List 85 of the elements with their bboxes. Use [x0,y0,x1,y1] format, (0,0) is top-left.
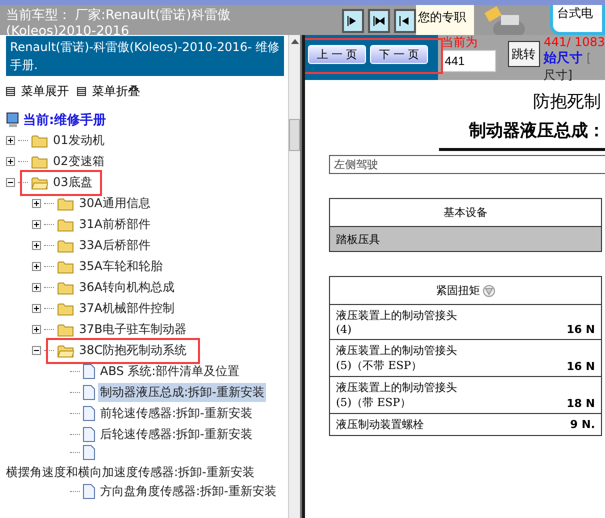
tree-item[interactable]: 37A机械部件控制 [77,299,176,318]
scroll-up-icon[interactable] [290,39,298,44]
page-icon [83,427,95,442]
original-size-link[interactable]: 始尺寸 [544,51,583,66]
tree-item[interactable]: 01发动机 [51,131,106,150]
folder-icon [31,154,48,168]
expand-icon[interactable] [32,282,41,292]
page-icon [83,445,95,460]
expand-icon[interactable] [32,198,41,208]
promo-text: 您的专职 [416,5,474,35]
torque-label: 液压装置上的制动管接头 [336,380,457,395]
section-label: 左侧驾驶 [329,155,605,174]
vehicle-title: 当前车型： 厂家:Renault(雷诺)科雷傲 (Koleos)2010-2016 [5,7,232,38]
open-folder-icon [57,344,74,358]
torque-label: 液压制动装置螺栓 [336,417,424,432]
tree-item[interactable]: 后轮速传感器:拆卸-重新安装 [98,425,254,444]
torque-value: 18 N [566,397,595,410]
torque-detail: (5)（带 ESP） [336,395,412,410]
menu-link[interactable]: 菜单展开 [6,83,69,100]
expand-icon[interactable] [32,240,41,250]
expand-icon[interactable] [6,156,15,166]
table-header: 紧固扭矩 [330,276,602,304]
shrink-left-icon[interactable] [394,9,416,33]
expand-icon[interactable] [32,262,41,270]
tree-item[interactable]: 37B电子驻车制动器 [77,320,189,339]
tree-item[interactable]: 36A转向机构总成 [77,278,176,297]
open-folder-icon [31,176,48,190]
document-title: 防抱死制 [532,91,601,113]
current-page-label: 当前为 [442,36,479,48]
size-text: 尺寸] [544,67,574,84]
table-cell: 踏板压具 [330,226,602,252]
torque-value: 16 N [566,360,595,373]
page-icon [83,364,95,379]
expand-icon[interactable] [32,220,41,228]
folder-icon [57,238,74,252]
jump-button[interactable]: 跳转 [508,41,540,67]
previous-page-button[interactable]: 上 一 页 [308,45,366,64]
tree-item[interactable]: 03底盘 [51,173,94,192]
tree-item[interactable]: 方向盘角度传感器:拆卸-重新安装 [98,482,278,501]
page-number-field[interactable]: 441 [442,50,496,72]
expand-icon[interactable] [6,136,15,144]
tree-item[interactable]: 35A车轮和轮胎 [77,257,164,276]
tree-item[interactable]: 制动器液压总成:拆卸-重新安装 [98,383,266,402]
next-page-button[interactable]: 下 一 页 [370,45,428,64]
split-icon[interactable] [368,9,390,33]
triangle-icon [483,284,496,297]
folder-icon [31,134,48,148]
torque-detail: (5)（不带 ESP） [336,358,424,373]
expand-right-icon[interactable] [342,9,364,33]
torque-value: 9 N. [570,418,595,431]
folder-icon [57,280,74,294]
collapse-icon[interactable] [6,178,15,186]
collapse-icon[interactable] [32,346,41,354]
expand-icon[interactable] [32,324,41,334]
torque-label: 液压装置上的制动管接头 [336,343,457,358]
torque-detail: (4) [336,323,353,336]
document-subtitle: 制动器液压总成： [439,119,605,151]
tree-item[interactable]: 02变速箱 [51,152,106,171]
tree-item[interactable]: 30A通用信息 [77,194,152,213]
torque-label: 液压装置上的制动管接头 [336,308,457,323]
manual-heading: Renault(雷诺)-科雷傲(Koleos)-2010-2016- 维修手册. [6,36,284,76]
page-count: 441/ 1083 [544,35,605,49]
computer-icon [6,112,20,128]
menu-link[interactable]: 菜单折叠 [77,83,140,100]
page-icon [83,406,95,421]
page-icon [83,484,95,499]
ad-text: 台式电 [550,5,605,35]
tree-root: 当前:维修手册 [23,112,106,129]
folder-icon [57,218,74,232]
folder-icon [57,302,74,316]
scrollbar-thumb[interactable] [289,119,300,151]
tree-item[interactable]: 31A前桥部件 [77,215,152,234]
page-icon [83,385,95,400]
tree-item[interactable]: 33A后桥部件 [77,236,152,255]
tree-item[interactable]: 横摆角速度和横向加速度传感器:拆卸-重新安装 [4,463,256,481]
bracket-text: [ [586,51,592,65]
tree-item[interactable]: 前轮速传感器:拆卸-重新安装 [98,404,254,423]
folder-icon [57,196,74,210]
tree-item[interactable]: ABS 系统:部件清单及位置 [98,362,242,381]
table-header: 基本设备 [330,198,602,226]
folder-icon [57,260,74,274]
torque-value: 16 N [566,323,595,336]
expand-icon[interactable] [32,304,41,312]
folder-icon [57,322,74,336]
tree-item[interactable]: 38C防抱死制动系统 [77,341,189,360]
